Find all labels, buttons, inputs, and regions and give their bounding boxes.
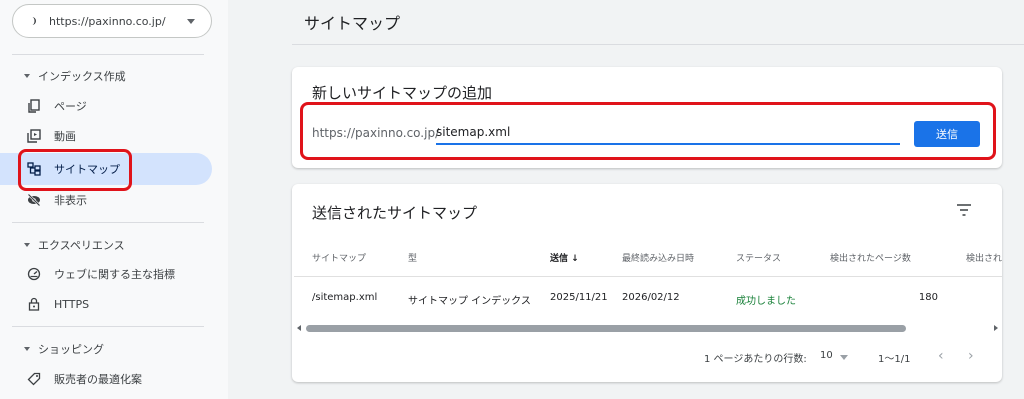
sidebar-item-core-web-vitals[interactable]: ウェブに関する主な指標 bbox=[0, 258, 212, 290]
section-shopping[interactable]: ショッピング bbox=[24, 341, 104, 357]
column-header-type[interactable]: 型 bbox=[408, 251, 417, 264]
sidebar: https://paxinno.co.jp/ インデックス作成 ページ 動画 サ… bbox=[0, 0, 228, 399]
property-selector[interactable]: https://paxinno.co.jp/ bbox=[12, 4, 212, 38]
sidebar-item-label: HTTPS bbox=[54, 297, 90, 311]
chevron-down-icon bbox=[187, 18, 195, 24]
tag-icon bbox=[26, 371, 42, 387]
column-header-discovered-pages[interactable]: 検出されたページ数 bbox=[830, 251, 911, 264]
collapse-icon bbox=[24, 243, 30, 247]
cell-submitted: 2025/11/21 bbox=[550, 292, 608, 303]
pagination-range: 1〜1/1 bbox=[878, 354, 911, 365]
filter-icon[interactable] bbox=[956, 202, 972, 216]
sidebar-item-label: ページ bbox=[54, 100, 87, 113]
hidden-icon bbox=[26, 192, 42, 208]
divider bbox=[12, 54, 204, 55]
cell-status: 成功しました bbox=[736, 296, 796, 307]
video-icon bbox=[26, 128, 42, 144]
cell-sitemap[interactable]: /sitemap.xml bbox=[312, 292, 377, 303]
section-experience[interactable]: エクスペリエンス bbox=[24, 237, 125, 253]
property-url: https://paxinno.co.jp/ bbox=[49, 14, 166, 28]
previous-page-icon[interactable]: ‹ bbox=[938, 348, 944, 364]
column-header-discovered-more[interactable]: 検出され bbox=[966, 251, 1002, 264]
column-header-status[interactable]: ステータス bbox=[736, 251, 781, 264]
section-shopping-label: ショッピング bbox=[38, 343, 104, 356]
rows-per-page-label: 1 ページあたりの行数: bbox=[704, 354, 807, 365]
chevron-down-icon[interactable] bbox=[840, 355, 848, 360]
gauge-icon bbox=[26, 266, 42, 282]
scroll-right-icon[interactable] bbox=[994, 325, 998, 331]
highlight-box bbox=[18, 149, 132, 191]
horizontal-scrollbar[interactable] bbox=[306, 325, 906, 332]
sidebar-item-video[interactable]: 動画 bbox=[0, 120, 212, 152]
sidebar-item-label: 動画 bbox=[54, 130, 76, 143]
sidebar-item-label: 販売者の最適化案 bbox=[54, 373, 142, 386]
sidebar-item-label: 非表示 bbox=[54, 194, 87, 207]
scroll-left-icon[interactable] bbox=[297, 325, 301, 331]
section-indexing[interactable]: インデックス作成 bbox=[24, 68, 126, 84]
page-title: サイトマップ bbox=[304, 14, 401, 33]
header-divider bbox=[292, 44, 1024, 45]
cell-last-read: 2026/02/12 bbox=[622, 292, 680, 303]
column-header-last-read[interactable]: 最終読み込み日時 bbox=[622, 251, 694, 264]
column-header-submitted[interactable]: 送信 ↓ bbox=[550, 251, 579, 264]
lock-icon bbox=[26, 296, 42, 312]
sidebar-item-pages[interactable]: ページ bbox=[0, 90, 212, 122]
property-icon bbox=[27, 16, 37, 26]
rows-per-page-select[interactable]: 10 bbox=[820, 350, 833, 361]
cell-type: サイトマップ インデックス bbox=[408, 296, 531, 307]
highlight-box bbox=[300, 102, 996, 160]
pages-icon bbox=[26, 98, 42, 114]
section-experience-label: エクスペリエンス bbox=[38, 239, 125, 252]
divider bbox=[12, 222, 204, 223]
sidebar-item-merchant[interactable]: 販売者の最適化案 bbox=[0, 363, 212, 395]
sidebar-item-label: ウェブに関する主な指標 bbox=[54, 268, 175, 281]
collapse-icon bbox=[24, 74, 30, 78]
divider bbox=[12, 326, 204, 327]
column-header-sitemap[interactable]: サイトマップ bbox=[312, 251, 366, 264]
sidebar-item-https[interactable]: HTTPS bbox=[0, 288, 212, 320]
submitted-sitemaps-title: 送信されたサイトマップ bbox=[312, 204, 478, 222]
table-divider bbox=[294, 276, 1002, 277]
next-page-icon[interactable]: › bbox=[968, 348, 974, 364]
collapse-icon bbox=[24, 347, 30, 351]
add-sitemap-title: 新しいサイトマップの追加 bbox=[312, 84, 493, 102]
cell-discovered-pages: 180 bbox=[918, 292, 938, 303]
section-indexing-label: インデックス作成 bbox=[38, 70, 126, 83]
